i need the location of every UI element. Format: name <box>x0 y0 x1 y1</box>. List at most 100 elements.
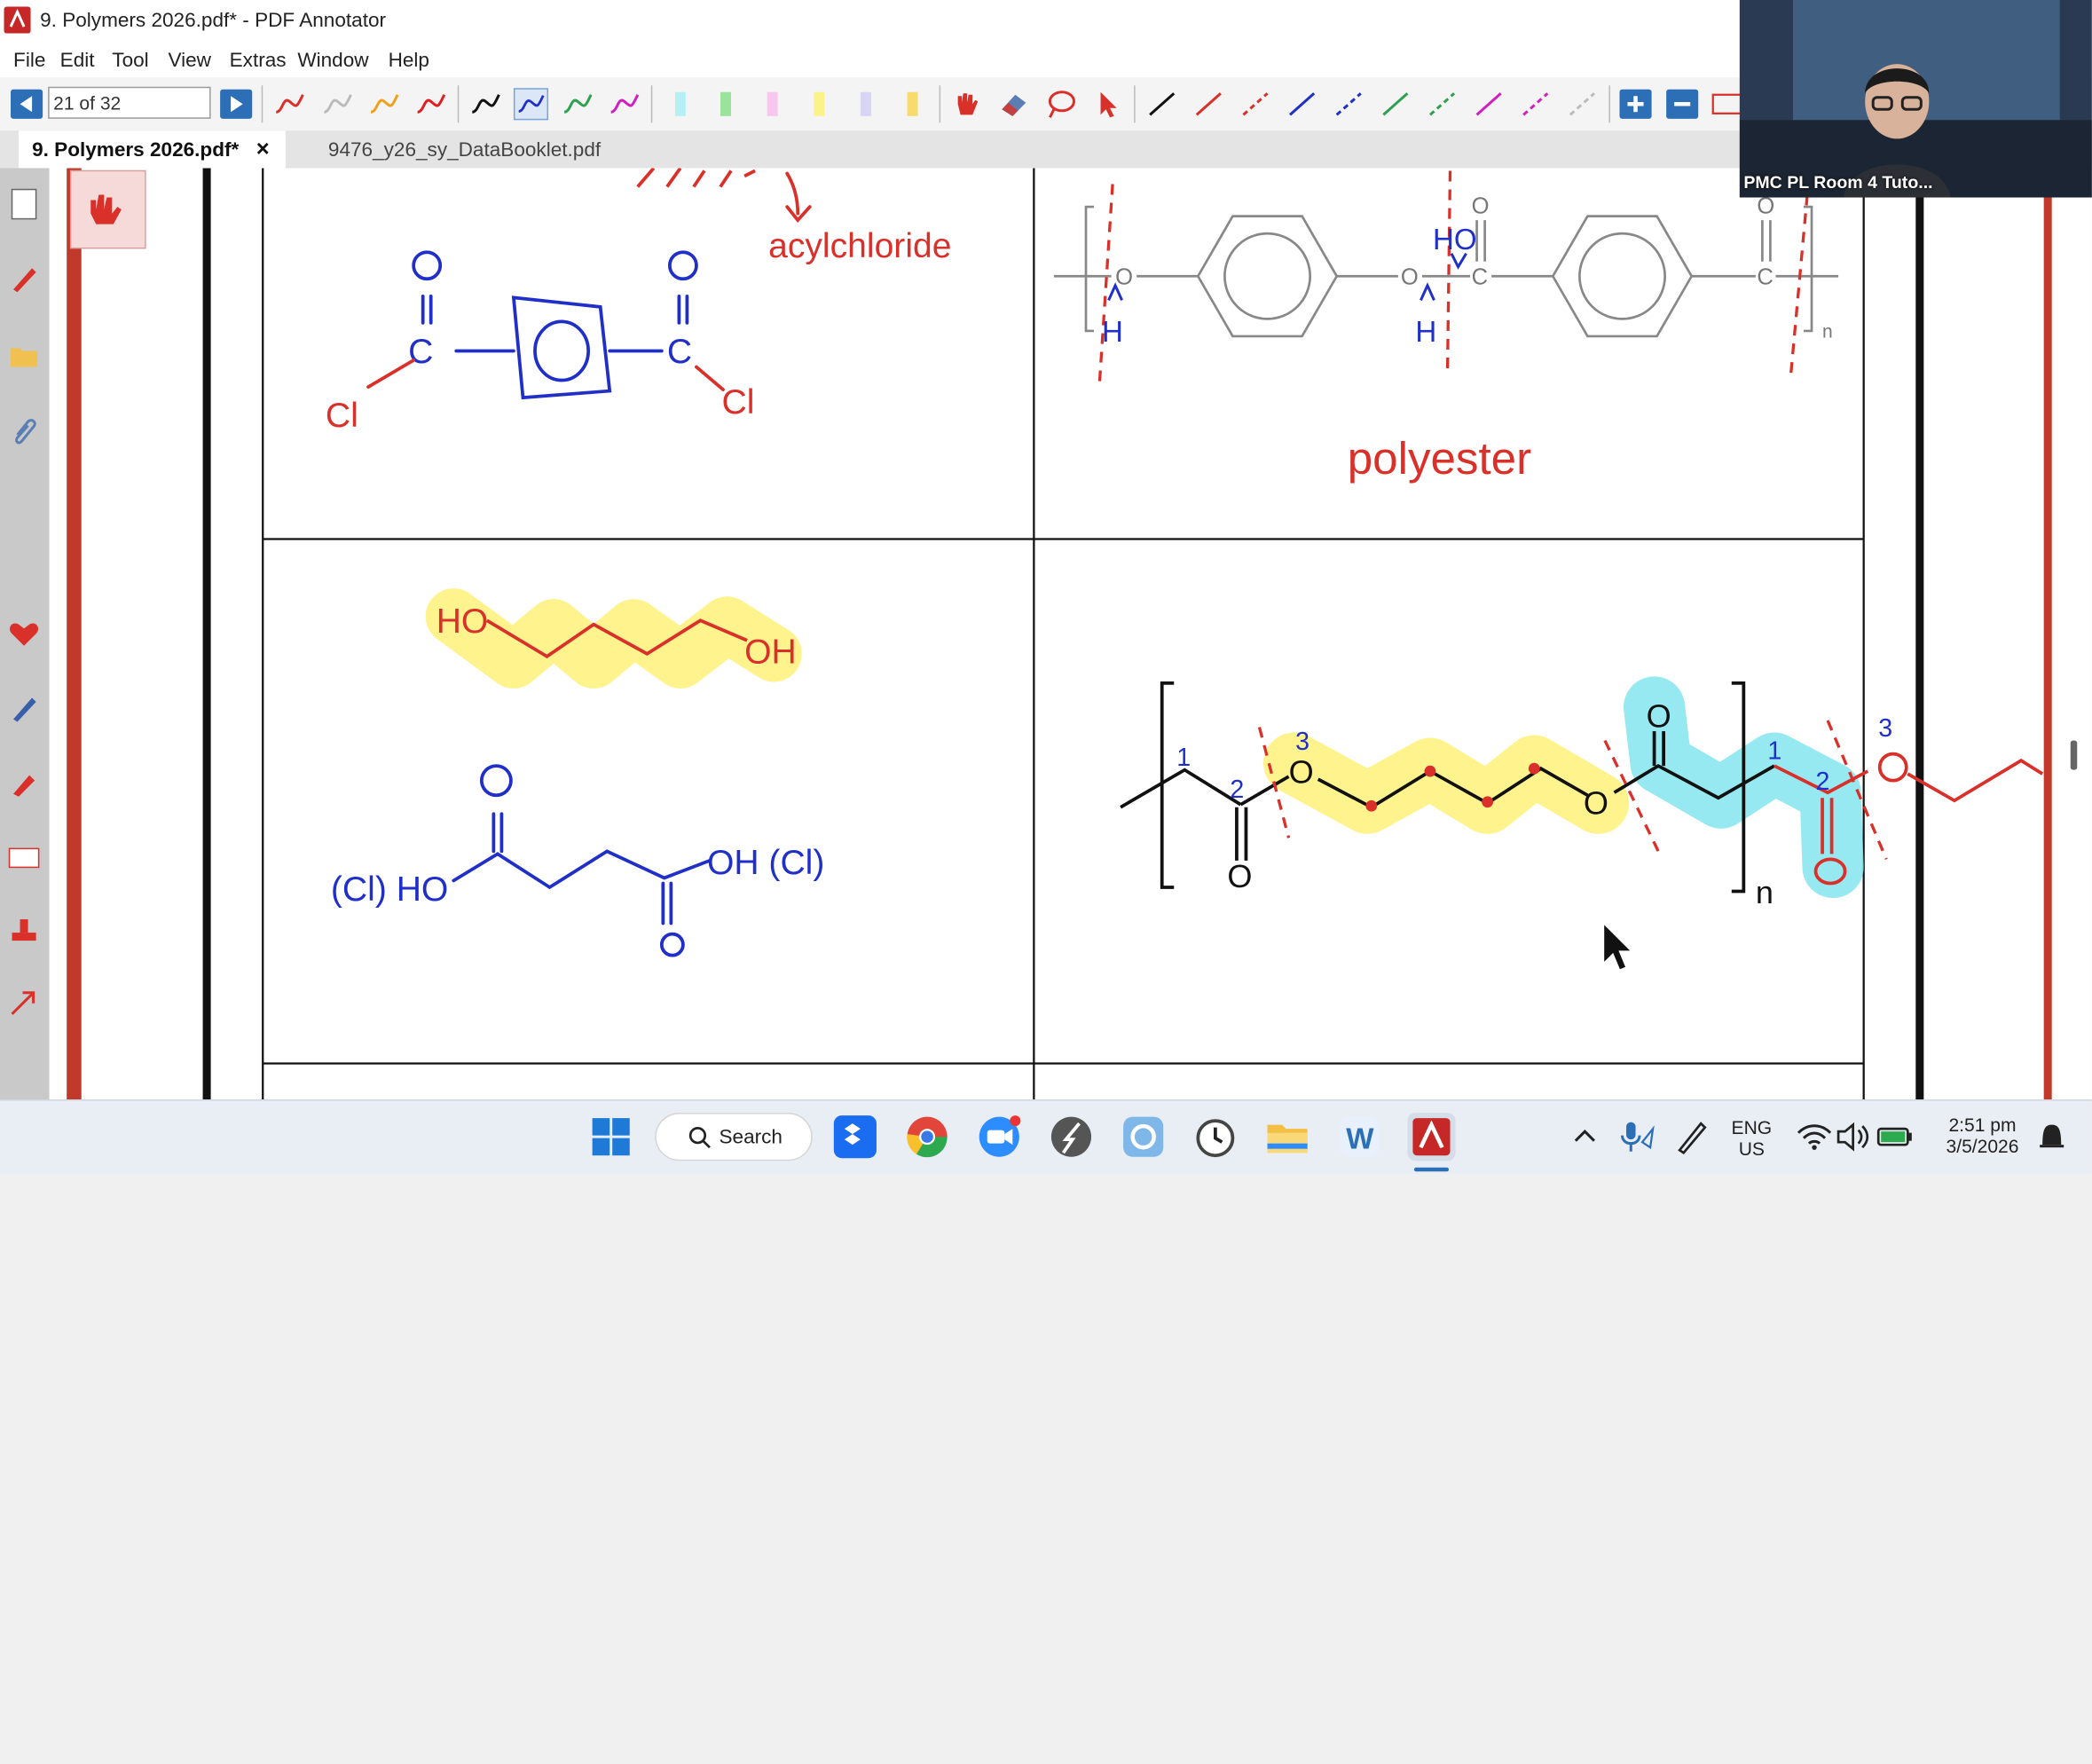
tab-polymers[interactable]: 9. Polymers 2026.pdf* × <box>19 130 286 169</box>
menu-tool[interactable]: Tool <box>112 50 148 73</box>
magenta-line-tool-icon[interactable] <box>1472 88 1506 120</box>
hydrogen-label-mid: H <box>1415 316 1436 349</box>
hand-tool-icon[interactable] <box>950 88 985 120</box>
black-pen-tool-icon[interactable] <box>468 88 503 120</box>
red-pen-tool-2-icon[interactable] <box>413 88 448 120</box>
arrow-left-icon <box>20 96 33 113</box>
polyester-annotation: polyester <box>1348 433 1531 484</box>
menu-help[interactable]: Help <box>389 50 429 73</box>
svg-text:W: W <box>1346 1123 1374 1156</box>
svg-text:C: C <box>1757 264 1773 289</box>
gold-highlighter-icon[interactable] <box>895 88 930 120</box>
stamp-icon[interactable] <box>7 916 42 950</box>
dropbox-icon[interactable] <box>831 1113 879 1161</box>
svg-text:C: C <box>408 333 433 371</box>
red-line-tool-icon[interactable] <box>1191 88 1226 120</box>
marker-icon[interactable] <box>7 766 42 800</box>
flash-app-icon[interactable] <box>1047 1113 1095 1161</box>
clock-app-icon[interactable] <box>1191 1113 1239 1161</box>
pen-icon[interactable] <box>7 262 42 296</box>
black-line-tool-icon[interactable] <box>1144 88 1179 120</box>
menu-file[interactable]: File <box>13 50 45 73</box>
svg-text:O: O <box>1227 858 1252 894</box>
green-pen-tool-icon[interactable] <box>561 88 595 120</box>
lasso-tool-icon[interactable] <box>1043 88 1078 120</box>
draw-pen-icon[interactable] <box>7 691 42 726</box>
remote-app-icon[interactable] <box>1120 1113 1168 1161</box>
zoom-in-button[interactable] <box>1619 89 1652 119</box>
svg-text:1: 1 <box>1176 744 1191 772</box>
select-arrow-tool-icon[interactable] <box>1090 88 1125 120</box>
zoom-app-icon[interactable] <box>975 1113 1023 1161</box>
green-highlighter-icon[interactable] <box>708 88 743 120</box>
svg-text:O: O <box>1584 784 1608 821</box>
cyan-highlighter-icon[interactable] <box>663 88 697 120</box>
orange-pen-tool-icon[interactable] <box>367 88 402 120</box>
menu-window[interactable]: Window <box>297 50 368 73</box>
arrow-tool-icon[interactable] <box>7 985 42 1020</box>
file-explorer-icon[interactable] <box>1263 1113 1311 1161</box>
svg-text:C: C <box>1472 264 1488 289</box>
pdf-page: C C Cl Cl acylchloride O O C C O O n H H… <box>49 168 2092 1100</box>
windows-start-icon[interactable] <box>587 1113 635 1161</box>
blue-dashed-line-tool-icon[interactable] <box>1332 88 1366 120</box>
repeat-subscript-n: n <box>1756 874 1773 910</box>
svg-text:3: 3 <box>1295 728 1309 756</box>
svg-text:2: 2 <box>1230 776 1244 804</box>
menu-extras[interactable]: Extras <box>230 50 287 73</box>
green-line-tool-icon[interactable] <box>1378 88 1412 120</box>
microphone-icon[interactable] <box>1613 1113 1661 1161</box>
battery-icon[interactable] <box>1870 1113 1918 1161</box>
show-hidden-icons-chevron-icon[interactable] <box>1561 1113 1608 1161</box>
text-field-icon[interactable] <box>7 840 42 875</box>
folder-icon[interactable] <box>7 339 42 374</box>
svg-text:C: C <box>667 333 692 371</box>
magenta-pen-tool-icon[interactable] <box>607 88 641 120</box>
diol-hydroxyl-left: HO <box>436 602 489 641</box>
magenta-dashed-line-tool-icon[interactable] <box>1518 88 1553 120</box>
chrome-icon[interactable] <box>903 1113 951 1161</box>
pink-highlighter-icon[interactable] <box>755 88 790 120</box>
word-app-icon[interactable]: W <box>1335 1113 1383 1161</box>
page-number-field[interactable]: 21 of 32 <box>48 86 211 119</box>
notification-bell-icon[interactable] <box>2028 1113 2076 1161</box>
volume-icon[interactable] <box>1828 1113 1876 1161</box>
gray-pen-tool-icon[interactable] <box>320 88 355 120</box>
blue-line-tool-icon[interactable] <box>1285 88 1319 120</box>
next-page-button[interactable] <box>220 89 253 119</box>
acid-left-group: (Cl) HO <box>331 870 448 909</box>
tab-databooklet[interactable]: 9476_y26_sy_DataBooklet.pdf <box>315 130 622 168</box>
svg-text:O: O <box>1289 754 1314 791</box>
close-tab-icon[interactable]: × <box>256 136 270 162</box>
taskbar-search-box[interactable]: Search <box>655 1113 813 1162</box>
lavender-highlighter-icon[interactable] <box>848 88 883 120</box>
acyl-chloride-annotation: acylchloride <box>768 227 951 265</box>
video-participant-tile[interactable]: PMC PL Room 4 Tuto... <box>1739 0 2092 198</box>
eraser-tool-icon[interactable] <box>996 88 1031 120</box>
pdf-annotator-logo-icon <box>4 6 31 34</box>
zoom-out-button[interactable] <box>1666 89 1699 119</box>
tab-label: 9476_y26_sy_DataBooklet.pdf <box>327 138 602 161</box>
pen-menu-icon[interactable] <box>1666 1113 1714 1161</box>
document-viewer[interactable]: C C Cl Cl acylchloride O O C C O O n H H… <box>49 168 2092 1100</box>
red-pen-tool-icon[interactable] <box>272 88 307 120</box>
vertical-scrollbar-thumb <box>2070 740 2078 770</box>
previous-page-button[interactable] <box>11 89 43 119</box>
yellow-highlighter-icon[interactable] <box>802 88 837 120</box>
clock[interactable]: 2:51 pm 3/5/2026 <box>1929 1114 2035 1157</box>
menu-view[interactable]: View <box>168 50 210 73</box>
svg-text:O: O <box>1115 264 1133 289</box>
svg-text:O: O <box>1401 264 1419 289</box>
blank-page-icon[interactable] <box>7 187 42 222</box>
paperclip-icon[interactable] <box>7 413 42 448</box>
search-label: Search <box>719 1126 783 1149</box>
red-dashed-line-tool-icon[interactable] <box>1238 88 1272 120</box>
green-dashed-line-tool-icon[interactable] <box>1425 88 1459 120</box>
menu-edit[interactable]: Edit <box>60 50 95 73</box>
blue-pen-tool-icon[interactable] <box>513 88 549 121</box>
pdf-annotator-taskbar-icon[interactable] <box>1407 1113 1456 1162</box>
participant-name: PMC PL Room 4 Tuto... <box>1743 171 1933 193</box>
favorites-heart-icon[interactable] <box>7 617 42 651</box>
gray-dashed-line-tool-icon[interactable] <box>1565 88 1600 120</box>
language-indicator[interactable]: ENG US <box>1719 1117 1783 1160</box>
